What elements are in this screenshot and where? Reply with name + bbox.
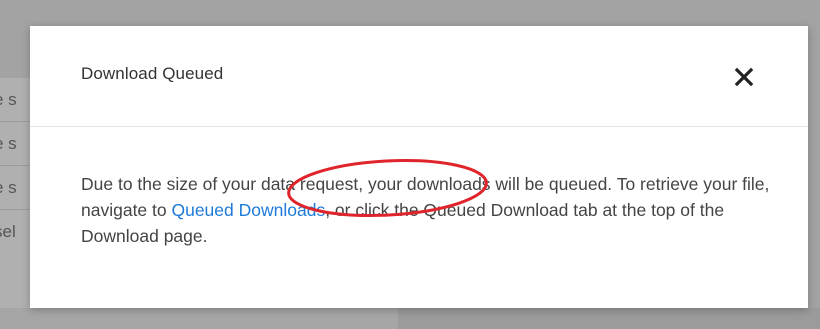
background-row: e s <box>0 78 30 122</box>
dialog-title: Download Queued <box>81 64 224 83</box>
dialog-header: Download Queued <box>30 26 808 127</box>
background-row: e s <box>0 122 30 166</box>
background-row-text: e s <box>0 178 17 197</box>
background-row: sel <box>0 210 30 254</box>
dialog-message: Due to the size of your data request, yo… <box>81 171 771 249</box>
background-left-panel: e s e s e s sel <box>0 78 30 329</box>
download-queued-dialog: Download Queued Due to the size of your … <box>30 26 808 308</box>
close-icon <box>734 67 754 87</box>
background-bottom-right-strip <box>398 308 820 329</box>
close-button[interactable] <box>729 62 759 92</box>
background-row-text: e s <box>0 134 17 153</box>
background-row-text: sel <box>0 222 16 241</box>
background-row: e s <box>0 166 30 210</box>
background-row-text: e s <box>0 90 17 109</box>
queued-downloads-link[interactable]: Queued Downloads <box>171 200 325 220</box>
